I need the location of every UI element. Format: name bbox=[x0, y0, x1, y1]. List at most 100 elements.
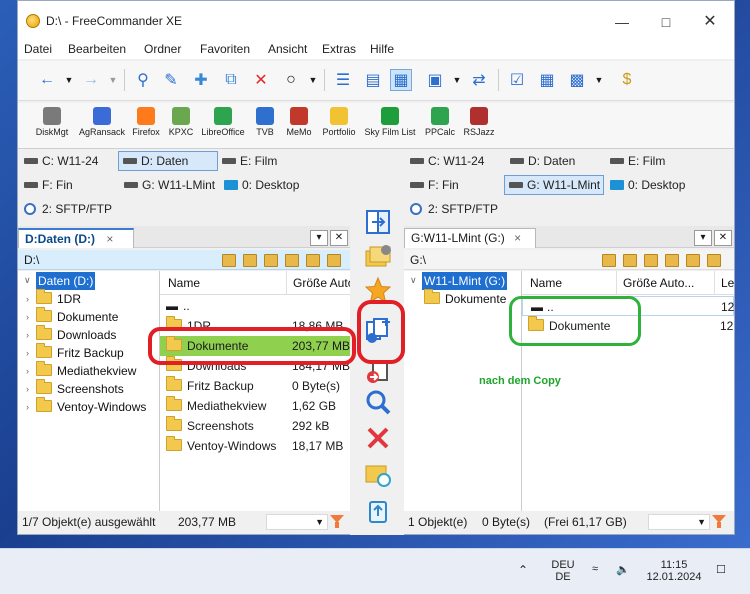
refresh-folder-icon[interactable] bbox=[364, 460, 392, 488]
tree-expand-chevron-icon[interactable]: › bbox=[26, 384, 29, 394]
list-view-icon[interactable]: ▤ bbox=[362, 69, 384, 91]
menu-favoriten[interactable]: Favoriten bbox=[200, 42, 250, 56]
menu-bearbeiten[interactable]: Bearbeiten bbox=[68, 42, 126, 56]
menu-ansicht[interactable]: Ansicht bbox=[268, 42, 307, 56]
volume-icon[interactable]: 🔈 bbox=[616, 563, 630, 576]
left-drive-d[interactable]: D: Daten bbox=[118, 151, 218, 171]
left-tree-root-chevron-icon[interactable]: ∨ bbox=[24, 275, 31, 286]
right-tab-menu-icon[interactable]: ▾ bbox=[694, 230, 712, 246]
left-drive-f[interactable]: F: Fin bbox=[20, 176, 73, 196]
left-tree-item[interactable]: Downloads bbox=[36, 325, 116, 344]
right-drive-g[interactable]: G: W11-LMint bbox=[504, 175, 604, 195]
left-tab-close-icon[interactable]: × bbox=[106, 232, 113, 246]
tree-expand-chevron-icon[interactable]: › bbox=[26, 348, 29, 358]
tool-tvb[interactable]: TVB bbox=[252, 107, 278, 137]
maximize-button[interactable]: □ bbox=[644, 9, 688, 35]
copy-file-icon[interactable]: ⧉ bbox=[220, 69, 242, 91]
left-drive-sftp[interactable]: 2: SFTP/FTP bbox=[20, 200, 112, 220]
right-path-bar[interactable]: G:\ bbox=[404, 250, 734, 270]
wifi-icon[interactable]: ≈ bbox=[592, 563, 598, 575]
left-file-row[interactable]: Mediathekview 1,62 GB bbox=[160, 396, 350, 416]
language-indicator[interactable]: DEU DE bbox=[548, 559, 578, 583]
delete-icon[interactable]: ✕ bbox=[250, 69, 272, 91]
search-icon[interactable] bbox=[364, 388, 392, 416]
right-tab-close-icon[interactable]: × bbox=[514, 231, 521, 245]
notification-bell-icon[interactable]: ☐ bbox=[716, 563, 726, 576]
right-col-extra[interactable]: Le bbox=[714, 271, 734, 295]
left-file-row[interactable]: ▬.. bbox=[160, 296, 350, 316]
left-panel-close-icon[interactable]: ✕ bbox=[330, 230, 348, 246]
right-col-name[interactable]: Name bbox=[524, 271, 616, 295]
sync-icon[interactable]: ⇄ bbox=[468, 69, 490, 91]
tool-agransack[interactable]: AgRansack bbox=[74, 107, 130, 137]
tree-expand-chevron-icon[interactable]: › bbox=[26, 294, 29, 304]
right-drive-d[interactable]: D: Daten bbox=[506, 152, 575, 172]
recycle-bin-icon[interactable] bbox=[364, 496, 392, 524]
menu-hilfe[interactable]: Hilfe bbox=[370, 42, 394, 56]
left-drive-c[interactable]: C: W11-24 bbox=[20, 152, 98, 172]
right-filter-combo[interactable]: ▼ bbox=[648, 514, 710, 530]
tree-view-icon[interactable]: ☰ bbox=[332, 69, 354, 91]
tool-memo[interactable]: MeMo bbox=[284, 107, 314, 137]
left-tree-item[interactable]: Mediathekview bbox=[36, 361, 136, 380]
left-filter-icon[interactable] bbox=[330, 515, 344, 529]
forward-dropdown-icon[interactable]: ▼ bbox=[102, 69, 124, 91]
tool-libreoffice[interactable]: LibreOffice bbox=[198, 107, 248, 137]
right-drive-f[interactable]: F: Fin bbox=[406, 176, 459, 196]
menu-ordner[interactable]: Ordner bbox=[144, 42, 181, 56]
binoculars-icon[interactable]: ○ bbox=[280, 69, 302, 91]
tool-kpxc[interactable]: KPXC bbox=[166, 107, 196, 137]
layout-dropdown-icon[interactable]: ▼ bbox=[588, 69, 610, 91]
tool-portfolio[interactable]: Portfolio bbox=[320, 107, 358, 137]
right-drive-desktop[interactable]: 0: Desktop bbox=[606, 176, 685, 196]
checklist-icon[interactable]: ☑ bbox=[506, 69, 528, 91]
back-dropdown-icon[interactable]: ▼ bbox=[58, 69, 80, 91]
tray-chevron-icon[interactable]: ⌃ bbox=[518, 563, 528, 577]
left-col-name[interactable]: Name bbox=[162, 271, 286, 295]
right-tree-item[interactable]: Dokumente bbox=[424, 289, 506, 308]
left-path-bar[interactable]: D:\ bbox=[18, 250, 350, 270]
thumbnail-view-icon[interactable]: ▣ bbox=[424, 69, 446, 91]
menu-datei[interactable]: Datei bbox=[24, 42, 52, 56]
detail-view-icon[interactable]: ▦ bbox=[390, 69, 412, 91]
back-arrow-icon[interactable]: ← bbox=[36, 69, 58, 91]
left-drive-g[interactable]: G: W11-LMint bbox=[120, 176, 215, 196]
left-col-size[interactable]: Größe Auto bbox=[286, 271, 350, 295]
left-file-row[interactable]: Fritz Backup 0 Byte(s) bbox=[160, 376, 350, 396]
left-tree-item[interactable]: Ventoy-Windows bbox=[36, 397, 146, 416]
close-button[interactable]: ✕ bbox=[688, 9, 732, 35]
view-dropdown-icon[interactable]: ▼ bbox=[446, 69, 468, 91]
menu-extras[interactable]: Extras bbox=[322, 42, 356, 56]
left-file-row[interactable]: Screenshots 292 kB bbox=[160, 416, 350, 436]
left-file-row[interactable]: Ventoy-Windows 18,17 MB bbox=[160, 436, 350, 456]
dollar-folder-icon[interactable]: $ bbox=[616, 69, 638, 91]
new-file-icon[interactable]: ✚ bbox=[190, 69, 212, 91]
left-tree-item[interactable]: 1DR bbox=[36, 289, 81, 308]
folder-stack-icon[interactable] bbox=[364, 242, 392, 270]
tree-expand-chevron-icon[interactable]: › bbox=[26, 330, 29, 340]
tool-ppcalc[interactable]: PPCalc bbox=[422, 107, 458, 137]
left-filter-combo[interactable]: ▼ bbox=[266, 514, 328, 530]
edit-pencil-icon[interactable]: ✎ bbox=[160, 69, 182, 91]
clock[interactable]: 11:15 12.01.2024 bbox=[642, 559, 706, 583]
forward-arrow-icon[interactable]: → bbox=[80, 69, 102, 91]
compare-panels-icon[interactable] bbox=[364, 208, 392, 236]
right-tree-root-chevron-icon[interactable]: ∨ bbox=[410, 275, 417, 286]
right-drive-c[interactable]: C: W11-24 bbox=[406, 152, 484, 172]
tree-expand-chevron-icon[interactable]: › bbox=[26, 366, 29, 376]
left-tab-menu-icon[interactable]: ▾ bbox=[310, 230, 328, 246]
layout-icon[interactable]: ▩ bbox=[566, 69, 588, 91]
grid-icon[interactable]: ▦ bbox=[536, 69, 558, 91]
left-tree-item[interactable]: Screenshots bbox=[36, 379, 124, 398]
tool-firefox[interactable]: Firefox bbox=[128, 107, 164, 137]
right-filter-icon[interactable] bbox=[712, 515, 726, 529]
right-drive-sftp[interactable]: 2: SFTP/FTP bbox=[406, 200, 498, 220]
search-icon[interactable]: ⚲ bbox=[132, 69, 154, 91]
delete-icon[interactable] bbox=[364, 424, 392, 452]
right-panel-close-icon[interactable]: ✕ bbox=[714, 230, 732, 246]
right-drive-e[interactable]: E: Film bbox=[606, 152, 665, 172]
left-drive-e[interactable]: E: Film bbox=[218, 152, 277, 172]
tree-expand-chevron-icon[interactable]: › bbox=[26, 402, 29, 412]
tool-sky-film-list[interactable]: Sky Film List bbox=[362, 107, 418, 137]
left-tab-active[interactable]: D:Daten (D:) × bbox=[18, 228, 134, 248]
